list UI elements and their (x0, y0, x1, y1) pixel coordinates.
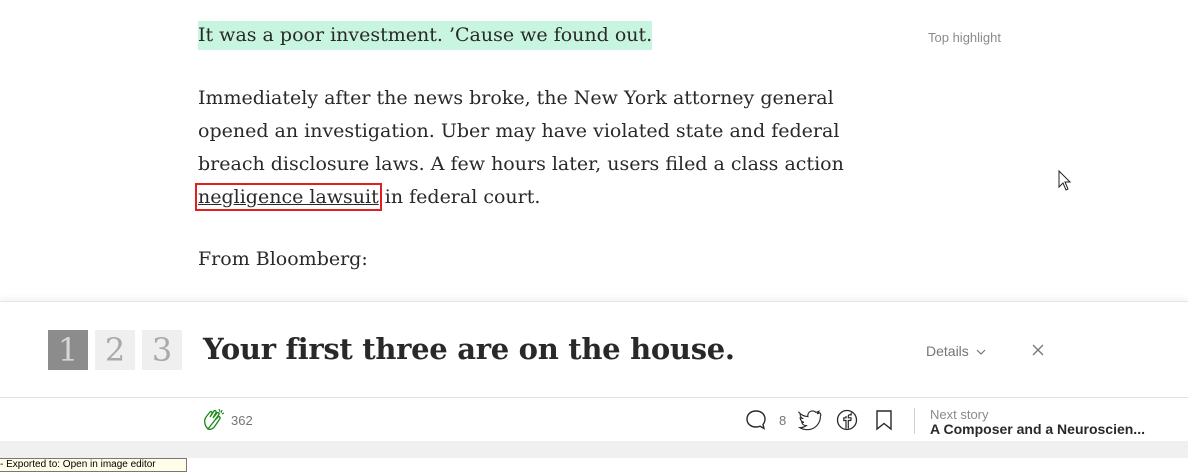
paywall-banner: 1 2 3 Your first three are on the house.… (0, 301, 1188, 398)
negligence-lawsuit-link[interactable]: negligence lawsuit (195, 183, 382, 211)
clap-icon[interactable] (201, 407, 227, 433)
top-highlight-label: Top highlight (928, 30, 1001, 45)
highlighted-quote[interactable]: It was a poor investment. ’Cause we foun… (198, 21, 653, 50)
chevron-down-icon (976, 349, 986, 355)
free-story-tile-1: 1 (48, 330, 88, 370)
responses-icon[interactable] (745, 409, 767, 431)
twitter-icon[interactable] (798, 409, 822, 431)
mouse-cursor-icon (1058, 170, 1072, 191)
paywall-title: Your first three are on the house. (203, 332, 735, 366)
paragraph-text-after: in federal court. (378, 186, 541, 208)
details-label: Details (926, 343, 969, 359)
action-bar-divider (914, 408, 915, 434)
browser-bottom-strip (0, 441, 1188, 458)
free-story-tile-2: 2 (95, 330, 135, 370)
close-icon[interactable] (1031, 343, 1045, 357)
article-paragraph: Immediately after the news broke, the Ne… (195, 82, 898, 214)
details-button[interactable]: Details (926, 343, 986, 359)
free-story-tile-3: 3 (142, 330, 182, 370)
from-bloomberg-line: From Bloomberg: (198, 248, 368, 270)
response-count: 8 (779, 413, 787, 428)
facebook-icon[interactable] (836, 409, 858, 431)
paragraph-text-before: Immediately after the news broke, the Ne… (198, 87, 844, 175)
clap-count: 362 (231, 413, 253, 428)
bookmark-icon[interactable] (874, 409, 894, 431)
story-action-bar: 362 8 Next story A Composer and a Neuros… (0, 397, 1188, 442)
next-story-title[interactable]: A Composer and a Neuroscien... (930, 421, 1170, 437)
next-story-label[interactable]: Next story (930, 407, 989, 422)
